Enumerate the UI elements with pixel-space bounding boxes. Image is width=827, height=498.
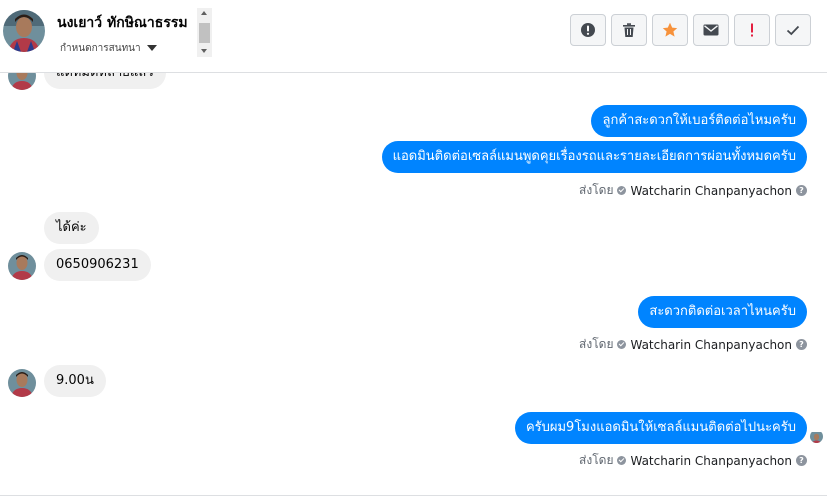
exclamation-icon (751, 23, 753, 37)
mark-unread-button[interactable] (693, 14, 729, 46)
sent-by-label: ส่งโดย (579, 183, 614, 197)
delete-button[interactable] (611, 14, 647, 46)
outgoing-message[interactable]: ครับผม9โมงแอดมินให้เซลล์แมนติดต่อไปนะครั… (514, 412, 807, 444)
envelope-icon (703, 24, 719, 36)
sent-by-label: ส่งโดย (579, 453, 614, 467)
spam-report-button[interactable] (570, 14, 606, 46)
help-icon[interactable]: ? (796, 185, 807, 196)
chevron-down-icon (146, 45, 157, 51)
stage-dropdown[interactable]: กำหนดการสนทนา (60, 41, 157, 56)
outgoing-message[interactable]: แอดมินติดต่อเซลล์แมนพูดคุยเรื่องรถและราย… (381, 141, 807, 173)
trash-icon (623, 23, 635, 37)
scroll-down-icon[interactable] (201, 49, 207, 53)
composer-divider (0, 495, 827, 496)
sent-by-label: ส่งโดย (579, 337, 614, 351)
contact-avatar[interactable] (3, 10, 45, 52)
contact-small-avatar (8, 73, 36, 90)
incoming-message[interactable]: 9.00น (44, 365, 106, 397)
sent-by-line: ส่งโดย Watcharin Chanpanyachon ? (579, 335, 807, 354)
scroll-thumb[interactable] (199, 23, 210, 43)
verified-check-icon (617, 456, 627, 465)
exclamation-circle-icon (581, 23, 595, 37)
outgoing-message[interactable]: สะดวกติดต่อเวลาไหนครับ (638, 296, 807, 328)
done-button[interactable] (775, 14, 811, 46)
help-icon[interactable]: ? (796, 455, 807, 466)
sender-name[interactable]: Watcharin Chanpanyachon (630, 338, 792, 352)
incoming-message[interactable]: 0650906231 (44, 249, 151, 281)
seen-indicator-avatar (810, 430, 823, 443)
checkmark-icon (786, 25, 800, 36)
incoming-message[interactable]: ได้ค่ะ (44, 212, 99, 244)
verified-check-icon (617, 186, 627, 195)
verified-check-icon (617, 340, 627, 349)
conversation-header: นงเยาว์ ทักษิณาธรรม กำหนดการสนทนา (0, 0, 827, 73)
conversation-toolbar (570, 14, 811, 46)
incoming-message[interactable]: แต่หมดหลายแล้ว (44, 73, 166, 89)
star-icon (662, 22, 678, 37)
sent-by-line: ส่งโดย Watcharin Chanpanyachon ? (579, 181, 807, 200)
star-button[interactable] (652, 14, 688, 46)
stage-label: กำหนดการสนทนา (60, 43, 141, 54)
help-icon[interactable]: ? (796, 339, 807, 350)
sent-by-line: ส่งโดย Watcharin Chanpanyachon ? (579, 451, 807, 470)
contact-small-avatar (8, 252, 36, 280)
scroll-up-icon[interactable] (201, 11, 207, 15)
message-thread[interactable]: แต่หมดหลายแล้ว ลูกค้าสะดวกให้เบอร์ติดต่อ… (0, 73, 827, 496)
sender-name[interactable]: Watcharin Chanpanyachon (630, 184, 792, 198)
name-scrollbar[interactable] (197, 8, 212, 57)
follow-up-button[interactable] (734, 14, 770, 46)
contact-small-avatar (8, 369, 36, 397)
outgoing-message[interactable]: ลูกค้าสะดวกให้เบอร์ติดต่อไหมครับ (591, 105, 807, 137)
sender-name[interactable]: Watcharin Chanpanyachon (630, 454, 792, 468)
contact-name[interactable]: นงเยาว์ ทักษิณาธรรม (57, 12, 197, 34)
